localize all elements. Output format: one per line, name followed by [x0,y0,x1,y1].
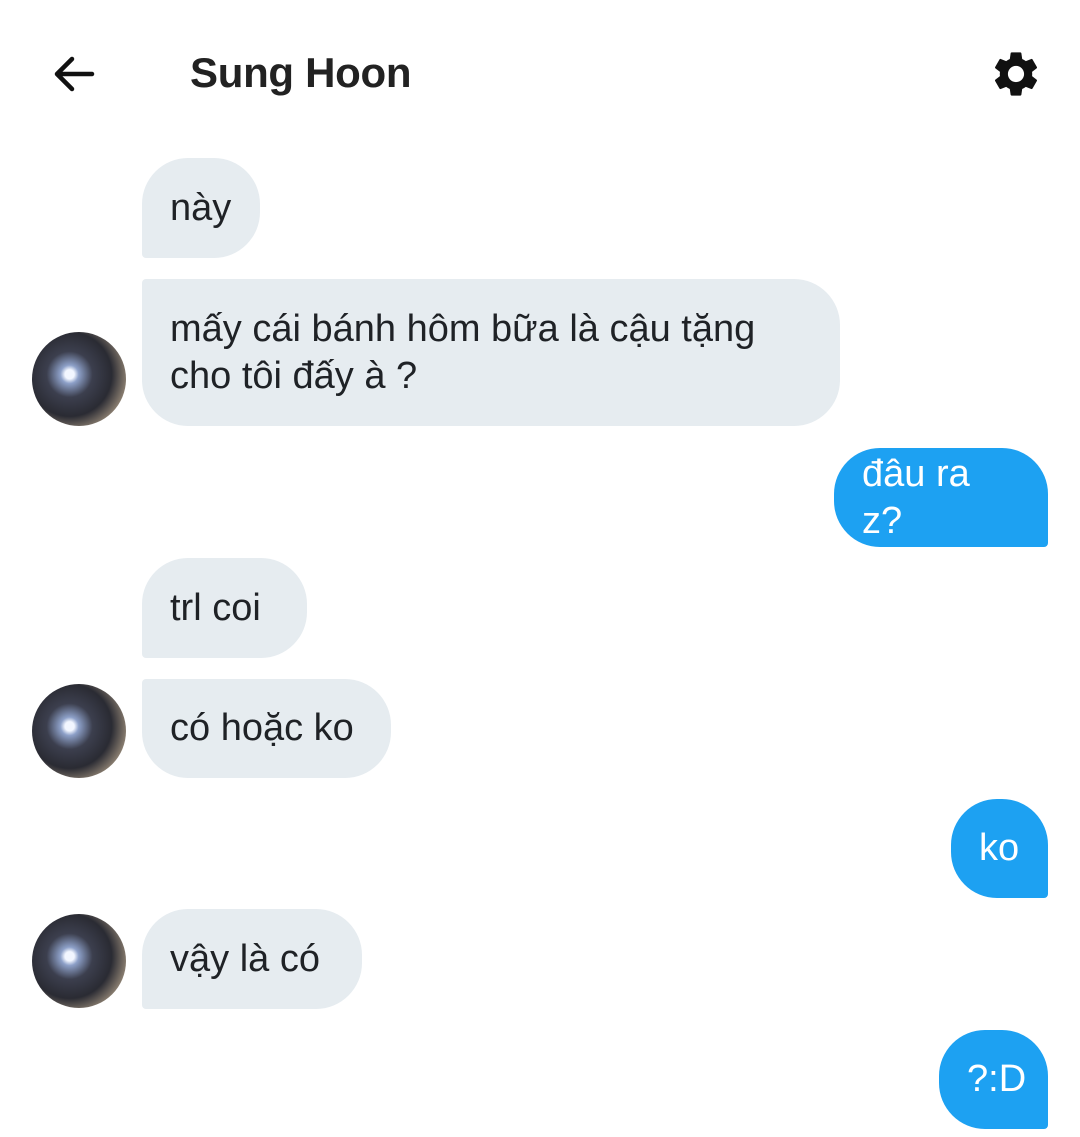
message-text-line: mấy cái bánh hôm bữa là cậu tặng [170,307,756,350]
message-text: đâu ra z? [862,452,970,542]
message-text-line: cho tôi đấy à ? [170,354,418,397]
message-text: có hoặc ko [170,707,354,749]
message-bubble-outgoing[interactable]: ko [951,799,1048,898]
conversation-title: Sung Hoon [190,49,412,96]
settings-button[interactable] [984,42,1048,106]
message-bubble-incoming[interactable]: trl coi [142,558,307,658]
message-text: ?:D [967,1058,1027,1100]
message-text: ko [979,827,1020,869]
chat-header: Sung Hoon [0,0,1080,140]
message-bubble-incoming[interactable]: mấy cái bánh hôm bữa là cậu tặng cho tôi… [142,279,840,426]
avatar[interactable] [32,914,126,1008]
message-bubble-outgoing[interactable]: đâu ra z? [834,448,1048,547]
arrow-left-icon [54,56,95,92]
gear-icon [994,52,1038,96]
message-bubble-outgoing[interactable]: ?:D [939,1030,1048,1129]
avatar[interactable] [32,684,126,778]
avatar[interactable] [32,332,126,426]
message-bubble-incoming[interactable]: này [142,158,260,258]
message-text: vậy là có [170,937,320,980]
message-text: trl coi [170,586,261,629]
message-bubble-incoming[interactable]: vậy là có [142,909,362,1009]
message-text: này [170,186,232,229]
message-bubble-incoming[interactable]: có hoặc ko [142,679,391,778]
back-button[interactable] [44,44,104,104]
